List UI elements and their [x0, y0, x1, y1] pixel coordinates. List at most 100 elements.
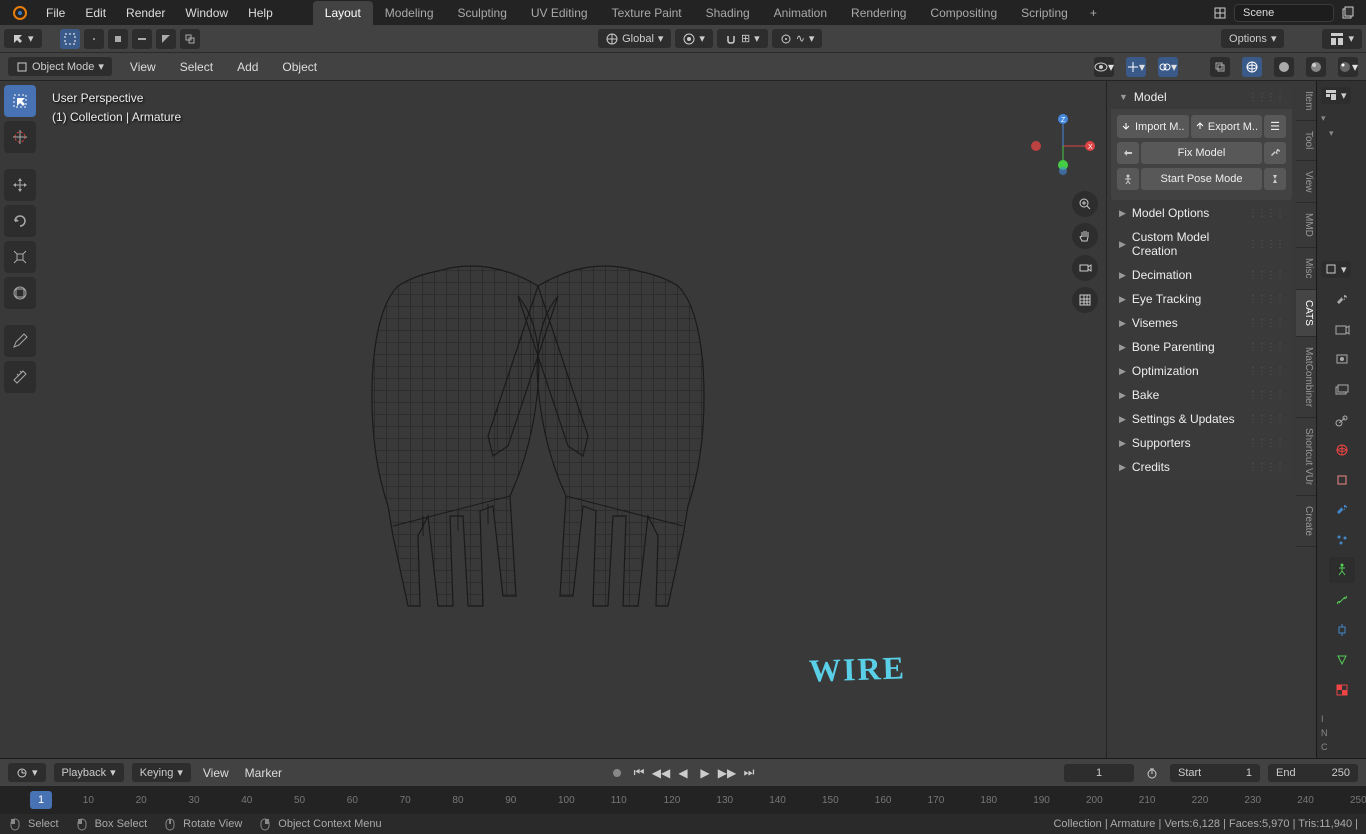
- panel-bone-parenting[interactable]: ▶Bone Parenting⋮⋮⋮⋮: [1111, 335, 1292, 359]
- jump-start-icon[interactable]: ⏮: [629, 763, 649, 783]
- prop-tab-texture[interactable]: [1329, 677, 1355, 703]
- overlay-toggle[interactable]: ▾: [1158, 57, 1178, 77]
- n-tab-misc[interactable]: Misc: [1296, 248, 1316, 290]
- pose-settings-icon[interactable]: [1264, 168, 1286, 190]
- fix-type-icon[interactable]: [1117, 142, 1139, 164]
- tool-cursor[interactable]: [4, 121, 36, 153]
- shading-rendered[interactable]: ▾: [1338, 57, 1358, 77]
- n-tab-create[interactable]: Create: [1296, 496, 1316, 547]
- prop-tab-render[interactable]: [1329, 317, 1355, 343]
- select-invert-icon[interactable]: [156, 29, 176, 49]
- prop-tab-data[interactable]: [1329, 647, 1355, 673]
- axis-gizmo[interactable]: X Z: [1028, 111, 1098, 181]
- shading-wireframe[interactable]: [1242, 57, 1262, 77]
- play-reverse-icon[interactable]: ◀: [673, 763, 693, 783]
- tool-move[interactable]: [4, 169, 36, 201]
- tool-rotate[interactable]: [4, 205, 36, 237]
- cursor-dropdown[interactable]: ▾: [4, 29, 42, 48]
- snap-dropdown[interactable]: ⊞ ▾: [717, 29, 768, 48]
- export-model-button[interactable]: Export M..: [1191, 115, 1263, 138]
- start-frame-input[interactable]: Start1: [1170, 764, 1260, 782]
- workspace-texture-paint[interactable]: Texture Paint: [600, 1, 694, 25]
- prop-tab-viewlayer[interactable]: [1329, 377, 1355, 403]
- panel-optimization[interactable]: ▶Optimization⋮⋮⋮⋮: [1111, 359, 1292, 383]
- zoom-icon[interactable]: [1072, 191, 1098, 217]
- tool-annotate[interactable]: [4, 325, 36, 357]
- menu-window[interactable]: Window: [175, 2, 238, 24]
- tool-measure[interactable]: [4, 361, 36, 393]
- pose-type-icon[interactable]: [1117, 168, 1139, 190]
- perspective-toggle-icon[interactable]: [1072, 287, 1098, 313]
- workspace-compositing[interactable]: Compositing: [918, 1, 1009, 25]
- panel-eye-tracking[interactable]: ▶Eye Tracking⋮⋮⋮⋮: [1111, 287, 1292, 311]
- timer-icon[interactable]: [1142, 763, 1162, 783]
- workspace-modeling[interactable]: Modeling: [373, 1, 446, 25]
- select-box-toggle[interactable]: [60, 29, 80, 49]
- playback-dropdown[interactable]: Playback▾: [54, 763, 124, 782]
- wrench-icon[interactable]: [1264, 142, 1286, 164]
- prop-tab-armature[interactable]: [1329, 557, 1355, 583]
- menu-file[interactable]: File: [36, 2, 75, 24]
- viewport-menu-object[interactable]: Object: [276, 58, 323, 76]
- gizmo-toggle[interactable]: ▾: [1126, 57, 1146, 77]
- panel-settings-updates[interactable]: ▶Settings & Updates⋮⋮⋮⋮: [1111, 407, 1292, 431]
- xray-toggle[interactable]: [1210, 57, 1230, 77]
- select-extend-icon[interactable]: [108, 29, 128, 49]
- tool-select-box[interactable]: [4, 85, 36, 117]
- scene-name-input[interactable]: [1234, 4, 1334, 22]
- prop-tab-object[interactable]: [1329, 467, 1355, 493]
- n-tab-cats[interactable]: CATS: [1296, 290, 1316, 337]
- workspace-rendering[interactable]: Rendering: [839, 1, 918, 25]
- properties-type-dropdown[interactable]: ▾: [1321, 261, 1351, 278]
- blender-logo-icon[interactable]: [10, 3, 30, 23]
- prop-tab-scene[interactable]: [1329, 407, 1355, 433]
- panel-bake[interactable]: ▶Bake⋮⋮⋮⋮: [1111, 383, 1292, 407]
- workspace-layout[interactable]: Layout: [313, 1, 373, 25]
- scene-browse-icon[interactable]: [1210, 3, 1230, 23]
- outliner-type-dropdown[interactable]: ▾: [1321, 87, 1351, 104]
- timeline-menu-view[interactable]: View: [199, 764, 233, 782]
- viewport-menu-add[interactable]: Add: [231, 58, 264, 76]
- prop-tab-particle[interactable]: [1329, 527, 1355, 553]
- current-frame-input[interactable]: 1: [1064, 764, 1134, 782]
- import-model-button[interactable]: Import M..: [1117, 115, 1189, 138]
- n-tab-shortcutvur[interactable]: Shortcut VUr: [1296, 418, 1316, 496]
- menu-render[interactable]: Render: [116, 2, 175, 24]
- end-frame-input[interactable]: End250: [1268, 764, 1358, 782]
- camera-view-icon[interactable]: [1072, 255, 1098, 281]
- panel-visemes[interactable]: ▶Visemes⋮⋮⋮⋮: [1111, 311, 1292, 335]
- jump-end-icon[interactable]: ⏭: [739, 763, 759, 783]
- proportional-edit-dropdown[interactable]: ∿ ▾: [772, 29, 823, 48]
- timeline-ruler[interactable]: 1 10203040506070809010011012013014015016…: [0, 786, 1366, 814]
- playhead[interactable]: 1: [30, 791, 52, 809]
- menu-help[interactable]: Help: [238, 2, 283, 24]
- prop-tab-tool[interactable]: [1329, 287, 1355, 313]
- shading-material[interactable]: [1306, 57, 1326, 77]
- transform-orientation-dropdown[interactable]: Global ▾: [598, 29, 671, 48]
- prop-tab-modifier[interactable]: [1329, 497, 1355, 523]
- workspace-sculpting[interactable]: Sculpting: [446, 1, 519, 25]
- workspace-add-button[interactable]: +: [1080, 1, 1107, 25]
- workspace-shading[interactable]: Shading: [694, 1, 762, 25]
- play-icon[interactable]: ▶: [695, 763, 715, 783]
- shading-solid[interactable]: [1274, 57, 1294, 77]
- autokey-toggle[interactable]: [607, 763, 627, 783]
- mode-dropdown[interactable]: Object Mode ▾: [8, 57, 112, 76]
- workspace-uv-editing[interactable]: UV Editing: [519, 1, 600, 25]
- panel-supporters[interactable]: ▶Supporters⋮⋮⋮⋮: [1111, 431, 1292, 455]
- n-tab-tool[interactable]: Tool: [1296, 121, 1316, 160]
- viewport-menu-select[interactable]: Select: [174, 58, 219, 76]
- timeline-menu-marker[interactable]: Marker: [241, 764, 286, 782]
- panel-credits[interactable]: ▶Credits⋮⋮⋮⋮: [1111, 455, 1292, 479]
- viewport-menu-view[interactable]: View: [124, 58, 162, 76]
- n-tab-matcombiner[interactable]: MatCombiner: [1296, 337, 1316, 418]
- viewport-3d[interactable]: User Perspective (1) Collection | Armatu…: [40, 81, 1106, 758]
- prop-tab-bone[interactable]: [1329, 587, 1355, 613]
- options-dropdown[interactable]: Options ▾: [1221, 29, 1284, 48]
- select-intersect-icon[interactable]: [180, 29, 200, 49]
- keying-dropdown[interactable]: Keying▾: [132, 763, 191, 782]
- pivot-dropdown[interactable]: ▾: [675, 29, 713, 48]
- menu-icon[interactable]: ☰: [1264, 115, 1286, 138]
- select-subtract-icon[interactable]: [132, 29, 152, 49]
- prop-tab-constraint[interactable]: [1329, 617, 1355, 643]
